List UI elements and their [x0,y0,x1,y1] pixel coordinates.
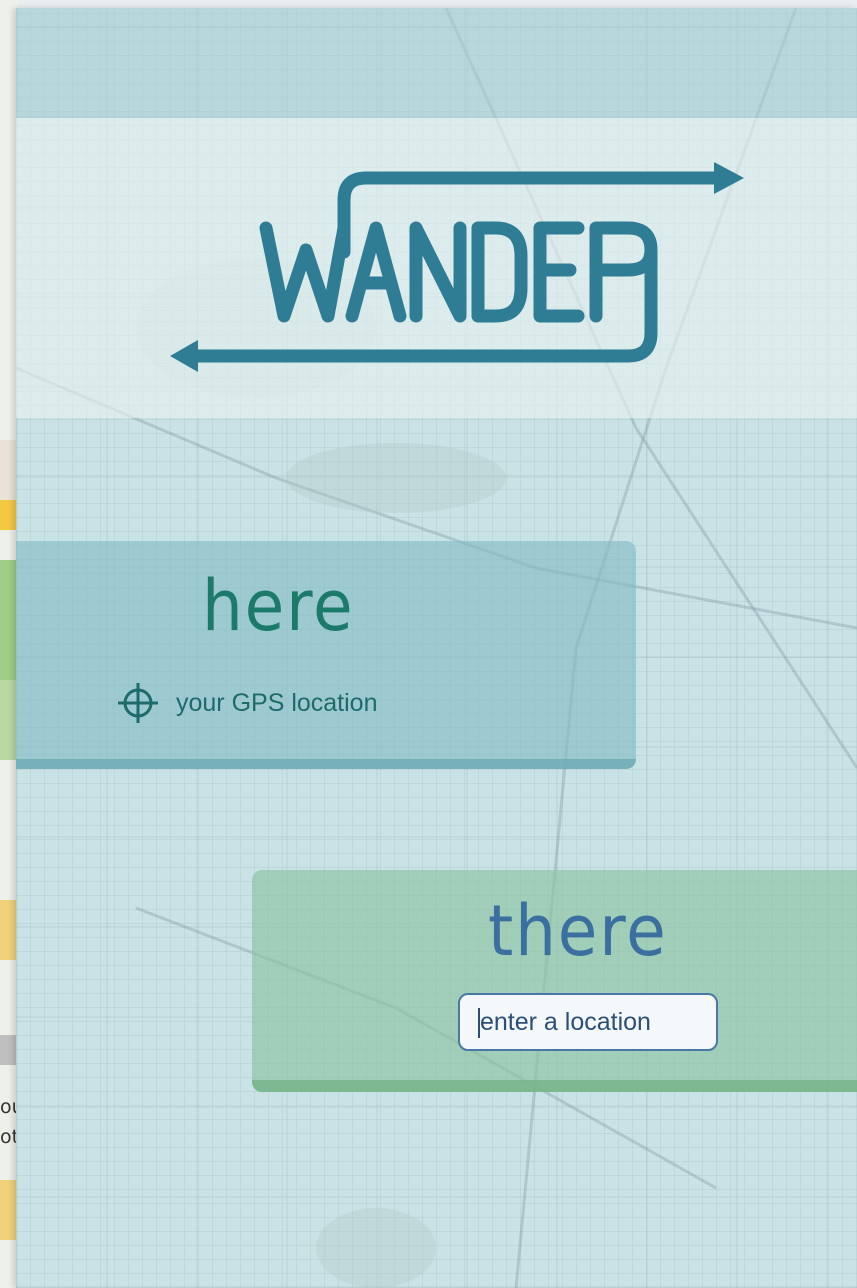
destination-location-input[interactable] [458,993,718,1051]
header-band [16,8,857,118]
there-title: there [488,890,668,972]
text-cursor [478,1008,480,1038]
gps-location-label: your GPS location [176,688,378,717]
there-card: there [252,870,857,1092]
gps-location-option[interactable]: your GPS location [116,681,378,725]
here-card[interactable]: here your GPS location [16,541,636,769]
wander-logo [170,162,744,372]
wander-app-panel: here your GPS location there [16,8,857,1288]
crosshair-icon [116,681,160,725]
here-title: here [202,565,355,647]
